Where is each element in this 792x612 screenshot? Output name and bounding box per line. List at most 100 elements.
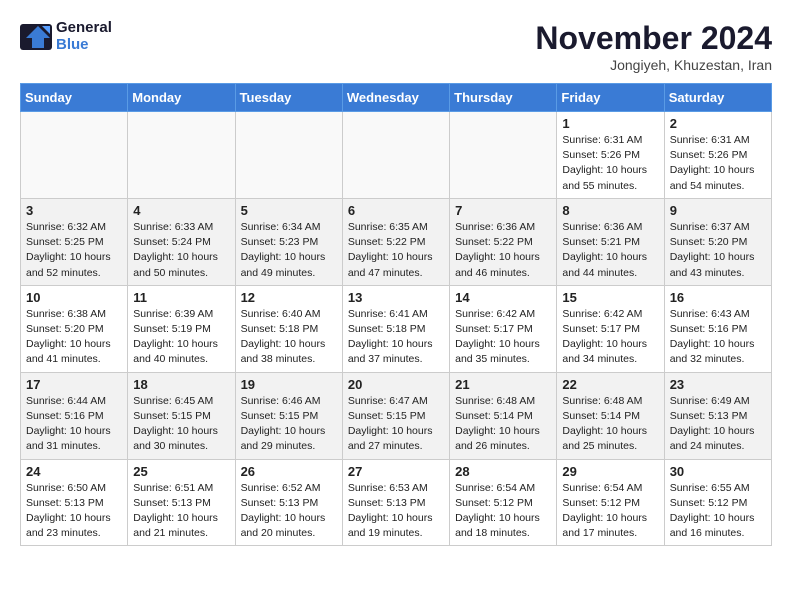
day-number: 15 bbox=[562, 290, 658, 305]
cell-info: Sunrise: 6:54 AMSunset: 5:12 PMDaylight:… bbox=[562, 481, 658, 542]
calendar-cell: 21 Sunrise: 6:48 AMSunset: 5:14 PMDayligh… bbox=[450, 372, 557, 459]
cell-info: Sunrise: 6:51 AMSunset: 5:13 PMDaylight:… bbox=[133, 481, 229, 542]
calendar-cell: 29 Sunrise: 6:54 AMSunset: 5:12 PMDayligh… bbox=[557, 459, 664, 546]
header-monday: Monday bbox=[128, 84, 235, 112]
week-row-5: 24 Sunrise: 6:50 AMSunset: 5:13 PMDayligh… bbox=[21, 459, 772, 546]
calendar-cell: 9 Sunrise: 6:37 AMSunset: 5:20 PMDaylight… bbox=[664, 198, 771, 285]
cell-info: Sunrise: 6:31 AMSunset: 5:26 PMDaylight:… bbox=[562, 133, 658, 194]
day-number: 4 bbox=[133, 203, 229, 218]
cell-info: Sunrise: 6:45 AMSunset: 5:15 PMDaylight:… bbox=[133, 394, 229, 455]
header-wednesday: Wednesday bbox=[342, 84, 449, 112]
day-number: 27 bbox=[348, 464, 444, 479]
calendar-cell bbox=[342, 112, 449, 199]
day-number: 24 bbox=[26, 464, 122, 479]
logo-general: General bbox=[56, 19, 112, 36]
calendar-cell: 20 Sunrise: 6:47 AMSunset: 5:15 PMDayligh… bbox=[342, 372, 449, 459]
calendar-table: SundayMondayTuesdayWednesdayThursdayFrid… bbox=[20, 83, 772, 546]
cell-info: Sunrise: 6:38 AMSunset: 5:20 PMDaylight:… bbox=[26, 307, 122, 368]
calendar-cell: 1Sunrise: 6:31 AMSunset: 5:26 PMDaylight… bbox=[557, 112, 664, 199]
header-thursday: Thursday bbox=[450, 84, 557, 112]
cell-info: Sunrise: 6:48 AMSunset: 5:14 PMDaylight:… bbox=[455, 394, 551, 455]
cell-info: Sunrise: 6:37 AMSunset: 5:20 PMDaylight:… bbox=[670, 220, 766, 281]
calendar-cell: 30 Sunrise: 6:55 AMSunset: 5:12 PMDayligh… bbox=[664, 459, 771, 546]
cell-info: Sunrise: 6:39 AMSunset: 5:19 PMDaylight:… bbox=[133, 307, 229, 368]
weekday-header-row: SundayMondayTuesdayWednesdayThursdayFrid… bbox=[21, 84, 772, 112]
day-number: 14 bbox=[455, 290, 551, 305]
week-row-3: 10 Sunrise: 6:38 AMSunset: 5:20 PMDayligh… bbox=[21, 285, 772, 372]
day-number: 9 bbox=[670, 203, 766, 218]
cell-info: Sunrise: 6:44 AMSunset: 5:16 PMDaylight:… bbox=[26, 394, 122, 455]
calendar-cell bbox=[128, 112, 235, 199]
calendar-cell: 11 Sunrise: 6:39 AMSunset: 5:19 PMDayligh… bbox=[128, 285, 235, 372]
calendar-cell: 19 Sunrise: 6:46 AMSunset: 5:15 PMDayligh… bbox=[235, 372, 342, 459]
day-number: 16 bbox=[670, 290, 766, 305]
week-row-2: 3 Sunrise: 6:32 AMSunset: 5:25 PMDaylight… bbox=[21, 198, 772, 285]
day-number: 5 bbox=[241, 203, 337, 218]
header-sunday: Sunday bbox=[21, 84, 128, 112]
calendar-cell bbox=[21, 112, 128, 199]
title-block: November 2024 Jongiyeh, Khuzestan, Iran bbox=[535, 20, 772, 73]
day-number: 3 bbox=[26, 203, 122, 218]
calendar-cell: 2 Sunrise: 6:31 AMSunset: 5:26 PMDaylight… bbox=[664, 112, 771, 199]
calendar-cell: 24 Sunrise: 6:50 AMSunset: 5:13 PMDayligh… bbox=[21, 459, 128, 546]
day-number: 20 bbox=[348, 377, 444, 392]
cell-info: Sunrise: 6:49 AMSunset: 5:13 PMDaylight:… bbox=[670, 394, 766, 455]
day-number: 26 bbox=[241, 464, 337, 479]
day-number: 30 bbox=[670, 464, 766, 479]
cell-info: Sunrise: 6:50 AMSunset: 5:13 PMDaylight:… bbox=[26, 481, 122, 542]
cell-info: Sunrise: 6:55 AMSunset: 5:12 PMDaylight:… bbox=[670, 481, 766, 542]
day-number: 10 bbox=[26, 290, 122, 305]
header-tuesday: Tuesday bbox=[235, 84, 342, 112]
cell-info: Sunrise: 6:31 AMSunset: 5:26 PMDaylight:… bbox=[670, 133, 766, 194]
header-friday: Friday bbox=[557, 84, 664, 112]
cell-info: Sunrise: 6:42 AMSunset: 5:17 PMDaylight:… bbox=[455, 307, 551, 368]
calendar-cell: 5 Sunrise: 6:34 AMSunset: 5:23 PMDaylight… bbox=[235, 198, 342, 285]
day-number: 11 bbox=[133, 290, 229, 305]
cell-info: Sunrise: 6:35 AMSunset: 5:22 PMDaylight:… bbox=[348, 220, 444, 281]
calendar-cell: 10 Sunrise: 6:38 AMSunset: 5:20 PMDayligh… bbox=[21, 285, 128, 372]
calendar-cell: 18 Sunrise: 6:45 AMSunset: 5:15 PMDayligh… bbox=[128, 372, 235, 459]
calendar-cell: 8Sunrise: 6:36 AMSunset: 5:21 PMDaylight… bbox=[557, 198, 664, 285]
day-number: 17 bbox=[26, 377, 122, 392]
week-row-1: 1Sunrise: 6:31 AMSunset: 5:26 PMDaylight… bbox=[21, 112, 772, 199]
calendar-cell: 25 Sunrise: 6:51 AMSunset: 5:13 PMDayligh… bbox=[128, 459, 235, 546]
day-number: 7 bbox=[455, 203, 551, 218]
cell-info: Sunrise: 6:46 AMSunset: 5:15 PMDaylight:… bbox=[241, 394, 337, 455]
day-number: 28 bbox=[455, 464, 551, 479]
cell-info: Sunrise: 6:36 AMSunset: 5:21 PMDaylight:… bbox=[562, 220, 658, 281]
calendar-cell: 27 Sunrise: 6:53 AMSunset: 5:13 PMDayligh… bbox=[342, 459, 449, 546]
page-header: General Blue November 2024 Jongiyeh, Khu… bbox=[20, 20, 772, 73]
calendar-cell: 13Sunrise: 6:41 AMSunset: 5:18 PMDayligh… bbox=[342, 285, 449, 372]
calendar-cell: 7Sunrise: 6:36 AMSunset: 5:22 PMDaylight… bbox=[450, 198, 557, 285]
calendar-cell: 12Sunrise: 6:40 AMSunset: 5:18 PMDayligh… bbox=[235, 285, 342, 372]
calendar-cell: 3 Sunrise: 6:32 AMSunset: 5:25 PMDaylight… bbox=[21, 198, 128, 285]
cell-info: Sunrise: 6:34 AMSunset: 5:23 PMDaylight:… bbox=[241, 220, 337, 281]
month-title: November 2024 bbox=[535, 20, 772, 57]
cell-info: Sunrise: 6:53 AMSunset: 5:13 PMDaylight:… bbox=[348, 481, 444, 542]
day-number: 12 bbox=[241, 290, 337, 305]
day-number: 6 bbox=[348, 203, 444, 218]
logo-icon bbox=[20, 24, 52, 50]
cell-info: Sunrise: 6:52 AMSunset: 5:13 PMDaylight:… bbox=[241, 481, 337, 542]
day-number: 29 bbox=[562, 464, 658, 479]
cell-info: Sunrise: 6:54 AMSunset: 5:12 PMDaylight:… bbox=[455, 481, 551, 542]
header-saturday: Saturday bbox=[664, 84, 771, 112]
calendar-cell: 17 Sunrise: 6:44 AMSunset: 5:16 PMDayligh… bbox=[21, 372, 128, 459]
location-subtitle: Jongiyeh, Khuzestan, Iran bbox=[535, 57, 772, 73]
calendar-cell: 15Sunrise: 6:42 AMSunset: 5:17 PMDayligh… bbox=[557, 285, 664, 372]
cell-info: Sunrise: 6:32 AMSunset: 5:25 PMDaylight:… bbox=[26, 220, 122, 281]
logo: General Blue bbox=[20, 20, 112, 53]
cell-info: Sunrise: 6:43 AMSunset: 5:16 PMDaylight:… bbox=[670, 307, 766, 368]
day-number: 25 bbox=[133, 464, 229, 479]
day-number: 13 bbox=[348, 290, 444, 305]
day-number: 2 bbox=[670, 116, 766, 131]
day-number: 23 bbox=[670, 377, 766, 392]
day-number: 21 bbox=[455, 377, 551, 392]
cell-info: Sunrise: 6:48 AMSunset: 5:14 PMDaylight:… bbox=[562, 394, 658, 455]
cell-info: Sunrise: 6:47 AMSunset: 5:15 PMDaylight:… bbox=[348, 394, 444, 455]
day-number: 22 bbox=[562, 377, 658, 392]
calendar-cell: 6 Sunrise: 6:35 AMSunset: 5:22 PMDaylight… bbox=[342, 198, 449, 285]
day-number: 18 bbox=[133, 377, 229, 392]
day-number: 19 bbox=[241, 377, 337, 392]
calendar-cell: 22 Sunrise: 6:48 AMSunset: 5:14 PMDayligh… bbox=[557, 372, 664, 459]
